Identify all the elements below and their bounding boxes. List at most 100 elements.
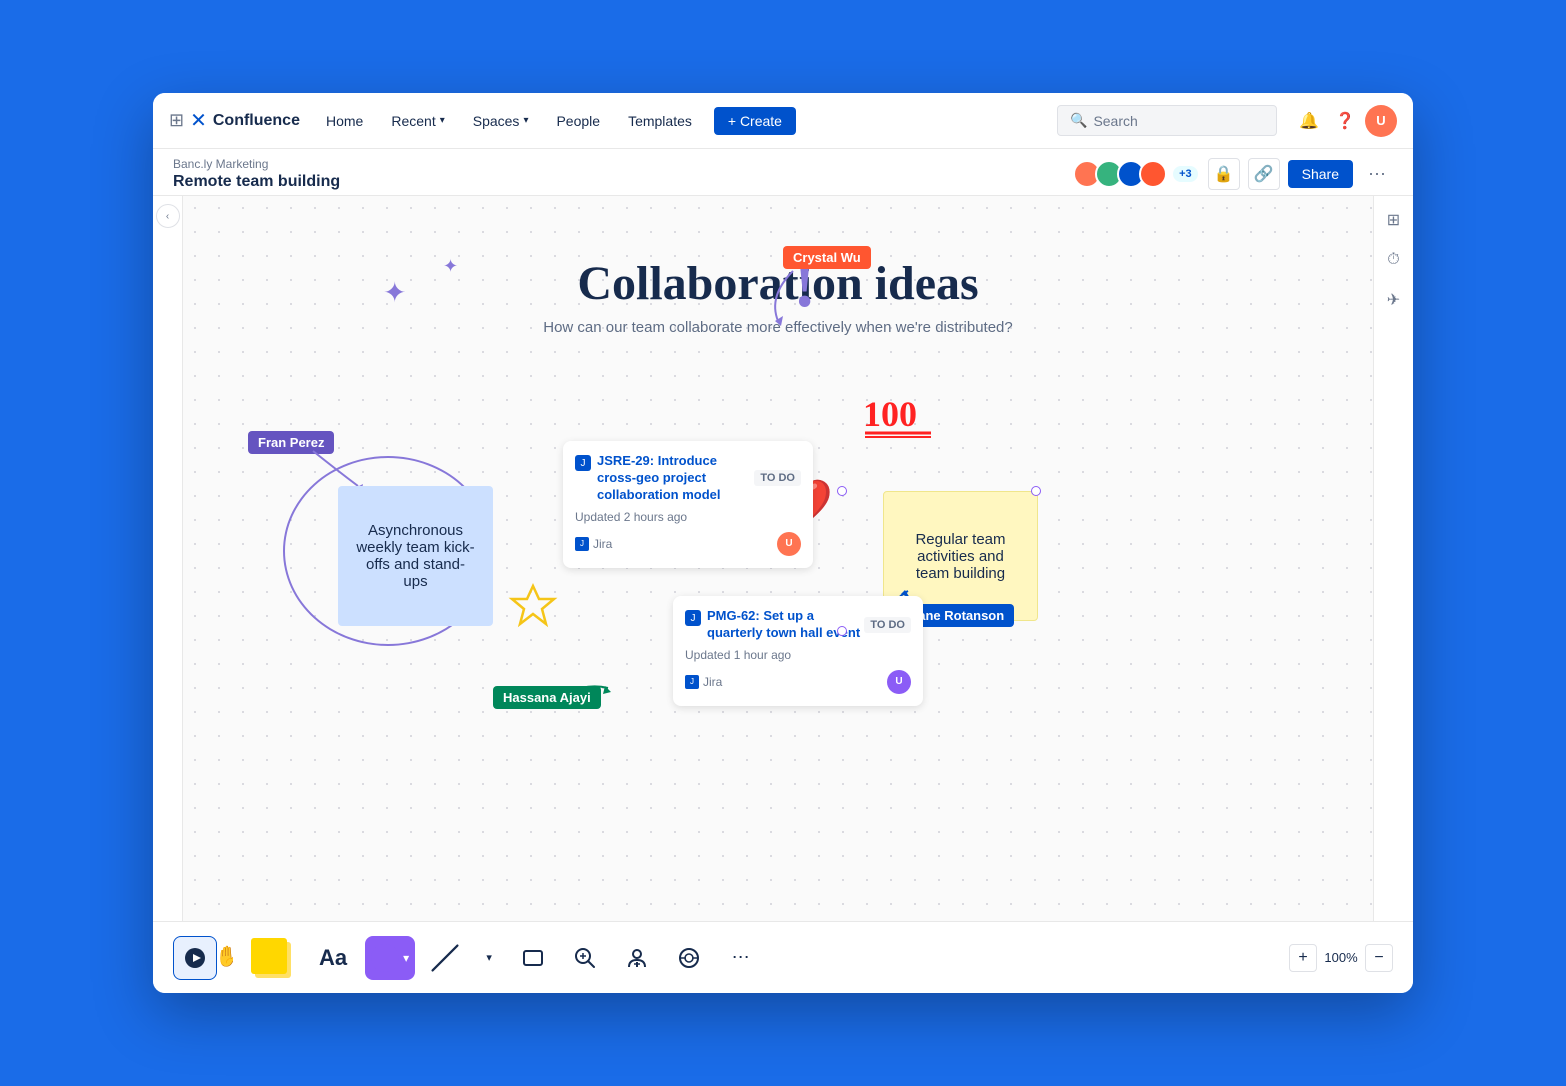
jira-source-icon-1: J (575, 537, 589, 551)
cursor-tool-button[interactable] (173, 936, 217, 980)
jira-card-1-title-row: J JSRE-29: Introduce cross-geo project c… (575, 453, 754, 504)
chevron-down-icon: ▾ (523, 115, 528, 126)
rectangle-tool-button[interactable] (511, 936, 555, 980)
sticky-note-1[interactable]: Asynchronous weekly team kick-offs and s… (338, 486, 493, 626)
hundred-decoration: 100 (863, 396, 933, 438)
text-tool-button[interactable]: Aa (309, 941, 357, 975)
nav-templates[interactable]: Templates (618, 107, 702, 135)
hand-cursor-indicator: ✋ (215, 943, 233, 972)
notifications-button[interactable]: 🔔 (1293, 105, 1325, 137)
jira-source-icon-2: J (685, 675, 699, 689)
more-tools-button[interactable]: ⋯ (719, 936, 763, 980)
user-initials: U (1376, 113, 1385, 128)
jira-card-2-title-row: J PMG-62: Set up a quarterly town hall e… (685, 608, 864, 642)
app-name: Confluence (213, 112, 300, 130)
sparkle-decoration: ✦ (383, 276, 406, 309)
main-content: ‹ Collaboration ideas How can our team c… (153, 196, 1413, 921)
collaborator-avatar-4 (1139, 160, 1167, 188)
jira-card-1-updated: Updated 2 hours ago (575, 510, 801, 524)
selection-handle-1 (837, 486, 847, 496)
link-icon (678, 947, 700, 969)
link-button[interactable]: 🔗 (1248, 158, 1280, 190)
bottom-toolbar: ✋ Aa ▾ ▾ (153, 921, 1413, 993)
create-button[interactable]: + Create (714, 107, 796, 135)
line-icon (429, 942, 461, 974)
color-chevron: ▾ (403, 951, 409, 965)
header-actions: +3 🔒 🔗 Share ⋯ (1073, 158, 1393, 190)
svg-text:✋: ✋ (215, 944, 233, 967)
jira-card-2-header: J PMG-62: Set up a quarterly town hall e… (685, 608, 911, 642)
jira-card-2-status: TO DO (864, 617, 911, 633)
search-box[interactable]: 🔍 Search (1057, 105, 1277, 136)
jira-card-1-status: TO DO (754, 470, 801, 486)
top-navigation: ⊞ ✕ Confluence Home Recent ▾ Spaces ▾ Pe… (153, 93, 1413, 149)
selection-handle-3 (837, 626, 847, 636)
sticky-note-1-text: Asynchronous weekly team kick-offs and s… (354, 522, 477, 590)
zoom-level-display: 100% (1321, 950, 1361, 965)
canvas-main-title: Collaboration ideas (543, 256, 1013, 311)
zoom-in-button[interactable]: + (1289, 944, 1317, 972)
nav-people[interactable]: People (546, 107, 610, 135)
play-icon (184, 947, 206, 969)
zoom-out-button[interactable]: − (1365, 944, 1393, 972)
search-canvas-button[interactable] (563, 936, 607, 980)
confluence-icon: ✕ (190, 108, 207, 133)
jira-card-1-header: J JSRE-29: Introduce cross-geo project c… (575, 453, 801, 504)
sidebar-toggle[interactable]: ‹ (156, 204, 180, 228)
jira-card-1-title: JSRE-29: Introduce cross-geo project col… (597, 453, 754, 504)
nav-icon-group: 🔔 ❓ U (1293, 105, 1397, 137)
search-icon: 🔍 (1070, 112, 1087, 129)
sticky-note-tool[interactable] (249, 936, 301, 980)
lock-button[interactable]: 🔒 (1208, 158, 1240, 190)
person-tool-button[interactable] (615, 936, 659, 980)
jira-card-1[interactable]: J JSRE-29: Introduce cross-geo project c… (563, 441, 813, 568)
browser-window: ⊞ ✕ Confluence Home Recent ▾ Spaces ▾ Pe… (153, 93, 1413, 993)
share-button[interactable]: Share (1288, 160, 1353, 188)
jira-card-1-source: J Jira (575, 537, 612, 551)
canvas-title-area: Collaboration ideas How can our team col… (543, 256, 1013, 336)
timer-tool-button[interactable]: ⏱ (1378, 244, 1410, 276)
jira-card-2-title: PMG-62: Set up a quarterly town hall eve… (707, 608, 864, 642)
collaborator-count: +3 (1171, 164, 1200, 184)
jira-card-2[interactable]: J PMG-62: Set up a quarterly town hall e… (673, 596, 923, 706)
jira-icon-1: J (575, 455, 591, 471)
nav-recent[interactable]: Recent ▾ (381, 107, 454, 135)
user-avatar[interactable]: U (1365, 105, 1397, 137)
person-icon (626, 947, 648, 969)
more-options-button[interactable]: ⋯ (1361, 158, 1393, 190)
sparkle-decoration-2: ✦ (443, 256, 458, 277)
magnify-icon (574, 947, 596, 969)
jira-card-1-assignee: U (777, 532, 801, 556)
line-tool-button[interactable] (423, 936, 467, 980)
help-button[interactable]: ❓ (1329, 105, 1361, 137)
rectangle-icon (522, 949, 544, 967)
pointer-tool-button[interactable]: ✈ (1378, 284, 1410, 316)
ellipsis-icon: ⋯ (732, 947, 751, 968)
color-swatch (371, 944, 399, 972)
link-canvas-button[interactable] (667, 936, 711, 980)
hassana-ajayi-tag: Hassana Ajayi (493, 686, 601, 709)
page-header: Banc.ly Marketing Remote team building +… (153, 149, 1413, 196)
nav-spaces[interactable]: Spaces ▾ (463, 107, 539, 135)
crystal-wu-tag: Crystal Wu (783, 246, 871, 269)
sticky-note-2-text: Regular team activities and team buildin… (900, 531, 1021, 582)
jira-icon-2: J (685, 610, 701, 626)
fran-perez-tag: Fran Perez (248, 431, 334, 454)
nav-home[interactable]: Home (316, 107, 373, 135)
right-toolbar: ⊞ ⏱ ✈ (1373, 196, 1413, 921)
jira-card-2-footer: J Jira U (685, 670, 911, 694)
app-logo[interactable]: ⊞ ✕ Confluence (169, 108, 300, 133)
chevron-down-icon: ▾ (440, 115, 445, 126)
jira-card-2-updated: Updated 1 hour ago (685, 648, 911, 662)
line-dropdown-button[interactable]: ▾ (475, 936, 503, 980)
sticky-front-layer (251, 938, 287, 974)
page-title: Remote team building (173, 173, 340, 191)
chevron-down-icon: ▾ (486, 951, 492, 964)
shape-color-button[interactable]: ▾ (365, 936, 415, 980)
jira-card-2-source: J Jira (685, 675, 722, 689)
canvas-area[interactable]: Collaboration ideas How can our team col… (183, 196, 1373, 921)
breadcrumb[interactable]: Banc.ly Marketing (173, 157, 340, 171)
table-tool-button[interactable]: ⊞ (1378, 204, 1410, 236)
zoom-controls: + 100% − (1289, 944, 1393, 972)
collaborator-avatars: +3 (1073, 160, 1200, 188)
